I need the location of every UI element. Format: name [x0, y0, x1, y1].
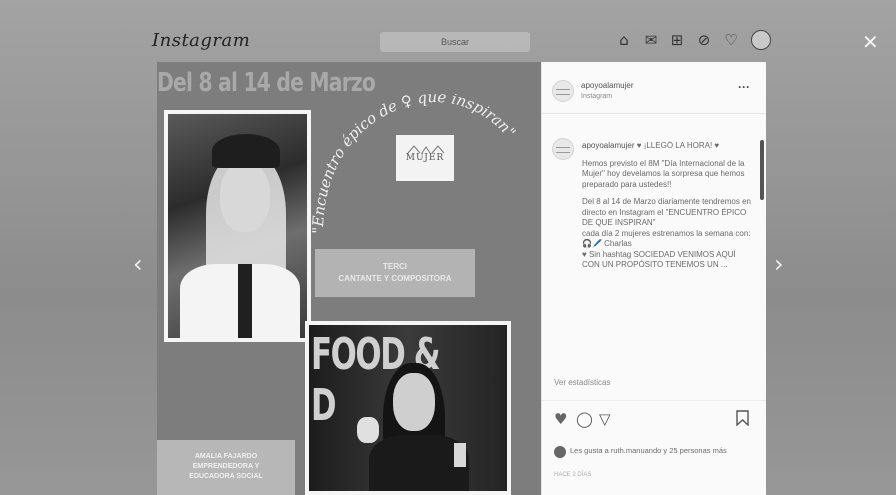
photo-singer [164, 110, 311, 342]
new-post-icon[interactable]: ⊞ [667, 30, 687, 50]
caption-headline: ♥ ¡LLEGÓ LA HORA! ♥ [636, 141, 720, 150]
divider [542, 400, 766, 401]
home-icon[interactable]: ⌂ [614, 30, 634, 50]
guest-badge-1-role: CANTANTE Y COMPOSITORA [338, 274, 452, 283]
guest-badge-1-name: TERCI [383, 262, 407, 271]
instagram-top-bar: Instagram Buscar ⌂ ✉ ⊞ ⊘ ♡ [0, 20, 896, 62]
previous-post-arrow-icon[interactable]: ‹ [133, 250, 143, 278]
see-stats-link[interactable]: Ver estadísticas [554, 378, 610, 387]
comment-icon[interactable]: ◯ [576, 410, 593, 428]
brand-logo-text: MUJER [405, 153, 445, 163]
brand-logo-box: MUJER [396, 135, 454, 181]
post-timestamp: HACE 2 DÍAS [554, 472, 592, 478]
caption-avatar[interactable] [552, 138, 574, 160]
likes-summary[interactable]: Les gusta a ruth.manuando y 25 personas … [570, 446, 750, 456]
account-subtitle: Instagram [581, 93, 613, 100]
explore-icon[interactable]: ⊘ [694, 30, 714, 50]
account-avatar[interactable] [552, 80, 574, 102]
account-name-link[interactable]: apoyoalamujer [581, 81, 633, 90]
instagram-post-modal: Instagram Buscar ⌂ ✉ ⊞ ⊘ ♡ ✕ ‹ › Del 8 a… [0, 0, 896, 495]
photo-entrepreneur: FOOD & D [305, 321, 511, 495]
search-input[interactable]: Buscar [380, 32, 530, 52]
caption-paragraph-1: Hemos previsto el 8M "Día Internacional … [582, 158, 745, 189]
caption-scrollbar[interactable] [760, 140, 764, 200]
profile-avatar[interactable] [751, 30, 771, 50]
guest-badge-2-role-2: EDUCADORA SOCIAL [189, 473, 263, 480]
guest-badge-2-role: EMPRENDEDORA Y [192, 463, 260, 470]
next-post-arrow-icon[interactable]: › [774, 250, 784, 278]
caption-text: apoyoalamujer ♥ ¡LLEGÓ LA HORA! ♥ Hemos … [582, 141, 754, 366]
caption-username[interactable]: apoyoalamujer [582, 141, 634, 150]
messenger-icon[interactable]: ✉ [641, 30, 661, 50]
guest-badge-1: TERCI CANTANTE Y COMPOSITORA [315, 249, 475, 297]
share-icon[interactable]: ▽ [599, 410, 611, 428]
post-image[interactable]: Del 8 al 14 de Marzo "Encuentro épico de… [157, 62, 541, 495]
post-side-panel: apoyoalamujer Instagram ··· apoyoalamuje… [541, 62, 766, 495]
liker-avatar[interactable] [554, 446, 566, 458]
close-icon[interactable]: ✕ [862, 30, 879, 54]
divider [542, 113, 766, 114]
caption-paragraph-2: Del 8 al 14 de Marzo diariamente tendrem… [582, 197, 751, 269]
activity-heart-icon[interactable]: ♡ [721, 30, 741, 50]
more-options-icon[interactable]: ··· [738, 80, 750, 94]
guest-badge-2: AMALIA FAJARDO EMPRENDEDORA Y EDUCADORA … [157, 440, 295, 495]
guest-badge-2-name: AMALIA FAJARDO [194, 453, 258, 460]
instagram-logo[interactable]: Instagram [152, 30, 250, 51]
save-icon[interactable] [736, 410, 749, 430]
heart-icon[interactable]: ♥ [554, 410, 567, 428]
